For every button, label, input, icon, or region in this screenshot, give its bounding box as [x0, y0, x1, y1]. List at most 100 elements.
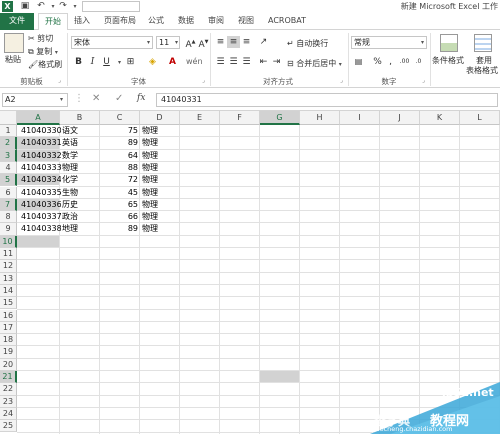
row-header-8[interactable]: 8: [0, 211, 17, 224]
conditional-formatting-button[interactable]: 条件格式: [432, 55, 464, 66]
grow-font-icon[interactable]: A▲: [184, 36, 197, 50]
undo-icon[interactable]: ↶: [36, 1, 46, 11]
tab-page-layout[interactable]: 页面布局: [100, 13, 140, 30]
undo-dropdown-icon[interactable]: ▾: [48, 1, 58, 11]
row-header-22[interactable]: 22: [0, 383, 17, 396]
phonetic-icon[interactable]: wén: [186, 56, 203, 68]
font-launcher-icon[interactable]: ⌟: [202, 77, 209, 84]
format-painter-button[interactable]: 🖌格式刷: [28, 59, 62, 70]
tab-file[interactable]: 文件: [0, 13, 34, 30]
cell-dept[interactable]: 物理: [142, 223, 180, 235]
column-header-i[interactable]: I: [340, 111, 380, 125]
column-header-c[interactable]: C: [100, 111, 140, 125]
cell-id[interactable]: 41040331: [21, 137, 61, 149]
column-header-f[interactable]: F: [220, 111, 260, 125]
paste-button[interactable]: 粘贴: [5, 54, 21, 65]
cell-id[interactable]: 41040330: [21, 125, 61, 137]
font-name-select[interactable]: 宋体 ▾: [71, 36, 153, 49]
cell-subject[interactable]: 英语: [62, 137, 100, 149]
column-header-b[interactable]: B: [60, 111, 100, 125]
align-center-icon[interactable]: ☰: [227, 56, 240, 68]
row-header-13[interactable]: 13: [0, 272, 17, 285]
row-header-12[interactable]: 12: [0, 260, 17, 273]
alignment-launcher-icon[interactable]: ⌟: [340, 77, 347, 84]
row-header-21[interactable]: 21: [0, 371, 17, 384]
row-header-16[interactable]: 16: [0, 309, 17, 322]
row-header-19[interactable]: 19: [0, 346, 17, 359]
clipboard-launcher-icon[interactable]: ⌟: [58, 77, 65, 84]
row-header-4[interactable]: 4: [0, 161, 17, 175]
cell-subject[interactable]: 地理: [62, 223, 100, 235]
cell-subject[interactable]: 物理: [62, 162, 100, 174]
percent-style-icon[interactable]: %: [371, 56, 384, 68]
row-header-15[interactable]: 15: [0, 297, 17, 310]
column-header-d[interactable]: D: [140, 111, 180, 125]
decrease-indent-icon[interactable]: ⇤: [257, 56, 270, 68]
comma-style-icon[interactable]: ,: [384, 56, 397, 68]
accounting-format-icon[interactable]: ▤: [352, 56, 365, 68]
cell-dept[interactable]: 物理: [142, 211, 180, 223]
copy-button[interactable]: ⧉ 复制 ▾: [28, 46, 58, 57]
merge-center-button[interactable]: ⊟ 合并后居中 ▾: [287, 58, 342, 69]
cell-score[interactable]: 72: [100, 174, 138, 186]
cell-subject[interactable]: 政治: [62, 211, 100, 223]
row-header-20[interactable]: 20: [0, 358, 17, 371]
number-format-select[interactable]: 常规 ▾: [351, 36, 427, 49]
cell-subject[interactable]: 生物: [62, 187, 100, 199]
enter-icon[interactable]: ✓: [115, 93, 123, 104]
row-header-25[interactable]: 25: [0, 420, 17, 433]
row-header-7[interactable]: 7: [0, 198, 17, 212]
tab-data[interactable]: 数据: [174, 13, 198, 30]
font-size-select[interactable]: 11 ▾: [156, 36, 180, 49]
name-box-dropdown-icon[interactable]: ▾: [60, 96, 63, 103]
cell-id[interactable]: 41040337: [21, 211, 61, 223]
cell-score[interactable]: 89: [100, 137, 138, 149]
tab-view[interactable]: 视图: [234, 13, 258, 30]
row-header-17[interactable]: 17: [0, 321, 17, 335]
cell-dept[interactable]: 物理: [142, 137, 180, 149]
cell-score[interactable]: 64: [100, 150, 138, 162]
column-header-a[interactable]: A: [17, 111, 60, 125]
align-bottom-icon[interactable]: ≡: [240, 36, 253, 48]
fill-color-icon[interactable]: ◈: [146, 56, 159, 68]
select-all-corner[interactable]: [0, 111, 17, 125]
borders-icon[interactable]: ⊞: [124, 56, 137, 68]
align-right-icon[interactable]: ☰: [240, 56, 253, 68]
cut-button[interactable]: ✂ 剪切: [28, 33, 53, 44]
cell-dept[interactable]: 物理: [142, 187, 180, 199]
cell-id[interactable]: 41040333: [21, 162, 61, 174]
cell-score[interactable]: 65: [100, 199, 138, 211]
cell-id[interactable]: 41040334: [21, 174, 61, 186]
row-header-9[interactable]: 9: [0, 223, 17, 236]
increase-indent-icon[interactable]: ⇥: [270, 56, 283, 68]
decrease-decimal-icon[interactable]: .0: [412, 56, 425, 68]
row-header-14[interactable]: 14: [0, 284, 17, 298]
save-icon[interactable]: ▣: [20, 1, 30, 11]
cell-dept[interactable]: 物理: [142, 150, 180, 162]
cell-score[interactable]: 88: [100, 162, 138, 174]
column-header-g[interactable]: G: [260, 111, 300, 125]
conditional-formatting-icon[interactable]: [440, 34, 458, 52]
cell-subject[interactable]: 语文: [62, 125, 100, 137]
align-left-icon[interactable]: ☰: [214, 56, 227, 68]
row-header-2[interactable]: 2: [0, 137, 17, 150]
cell-dept[interactable]: 物理: [142, 162, 180, 174]
align-top-icon[interactable]: ≡: [214, 36, 227, 48]
cell-dept[interactable]: 物理: [142, 199, 180, 211]
redo-icon[interactable]: ↷: [58, 1, 68, 11]
row-header-5[interactable]: 5: [0, 174, 17, 187]
row-header-18[interactable]: 18: [0, 334, 17, 347]
orientation-icon[interactable]: ↗: [257, 36, 270, 48]
row-header-1[interactable]: 1: [0, 125, 17, 138]
bold-button[interactable]: B: [72, 56, 85, 68]
cell-score[interactable]: 45: [100, 187, 138, 199]
cell-score[interactable]: 75: [100, 125, 138, 137]
cell-subject[interactable]: 历史: [62, 199, 100, 211]
row-header-3[interactable]: 3: [0, 149, 17, 162]
tab-home[interactable]: 开始: [38, 13, 68, 31]
cell-score[interactable]: 66: [100, 211, 138, 223]
increase-decimal-icon[interactable]: .00: [398, 56, 411, 68]
format-as-table-icon[interactable]: [474, 34, 492, 52]
column-header-j[interactable]: J: [380, 111, 420, 125]
cell-id[interactable]: 41040336: [21, 199, 61, 211]
